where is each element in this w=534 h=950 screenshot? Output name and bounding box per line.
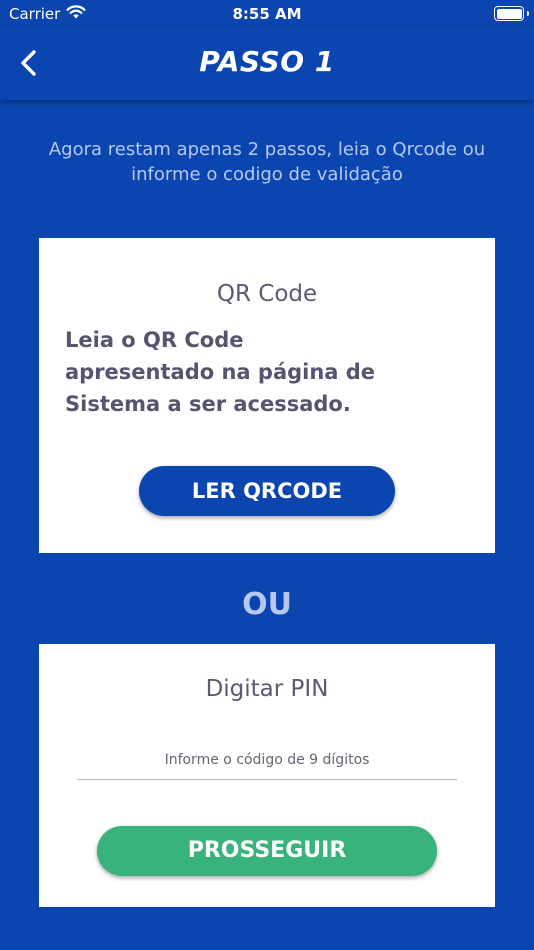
- or-separator: OU: [242, 587, 292, 622]
- status-bar: Carrier 8:55 AM: [0, 0, 534, 28]
- battery-icon: [494, 6, 524, 21]
- pin-input[interactable]: [77, 740, 457, 780]
- pin-card: Digitar PIN PROSSEGUIR: [39, 644, 495, 907]
- page-title: PASSO 1: [199, 45, 335, 78]
- pin-card-title: Digitar PIN: [205, 676, 329, 702]
- battery-level: [496, 8, 522, 19]
- qr-card-description: Leia o QR Code apresentado na página de …: [65, 328, 376, 416]
- navigation-bar: PASSO 1: [0, 28, 534, 100]
- read-qrcode-button[interactable]: LER QRCODE: [139, 466, 395, 516]
- status-time: 8:55 AM: [232, 5, 302, 23]
- qr-code-card: QR Code Leia o QR Code apresentado na pá…: [39, 238, 495, 553]
- proceed-button[interactable]: PROSSEGUIR: [97, 826, 437, 876]
- qr-card-title: QR Code: [216, 281, 318, 307]
- intro-text: Agora restam apenas 2 passos, leia o Qrc…: [48, 139, 486, 185]
